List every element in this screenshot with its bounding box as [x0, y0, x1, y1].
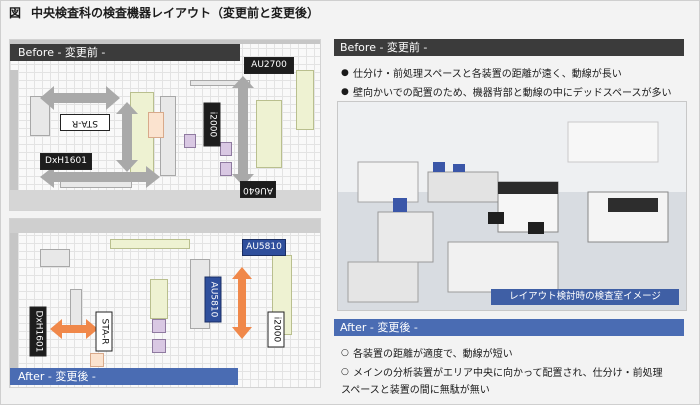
equipment: [152, 319, 166, 333]
lab-rendering-illustration: [338, 102, 686, 310]
before-section-heading: Before - 変更前 -: [334, 39, 684, 56]
au5810-top-tag: AU5810: [242, 239, 286, 256]
bench: [150, 279, 168, 319]
bench: [110, 239, 190, 249]
after-floor-plan: AU5810 DxH1601 STA-R AU5810 i2000 After …: [9, 218, 321, 388]
au640-tag: AU640: [240, 181, 276, 198]
list-item: ○ メインの分析装置がエリア中央に向かって配置され、仕分け・前処理: [341, 362, 691, 381]
wall: [10, 219, 320, 233]
list-item: ● 仕分け・前処理スペースと各装置の距離が遠く、動線が長い: [341, 63, 691, 82]
i2000-tag: i2000: [267, 311, 285, 348]
cabinet: [40, 249, 70, 267]
figure-title-text: 中央検査科の検査機器レイアウト（変更前と変更後）: [31, 6, 320, 20]
wall: [10, 70, 18, 190]
photo-caption: レイアウト検討時の検査室イメージ: [491, 289, 679, 305]
bench: [256, 100, 282, 168]
bullet-text: 仕分け・前処理スペースと各装置の距離が遠く、動線が長い: [353, 69, 622, 80]
dxh1601-tag: DxH1601: [40, 153, 92, 170]
flow-arrow: [116, 102, 138, 172]
flow-arrow: [232, 267, 252, 339]
flow-arrow: [232, 76, 254, 186]
after-bullet-list: ○ 各装置の距離が適度で、動線が短い ○ メインの分析装置がエリア中央に向かって…: [341, 343, 691, 400]
bullet-text: 各装置の距離が適度で、動線が短い: [353, 349, 513, 360]
bullet-marker: ●: [341, 86, 349, 97]
bench: [296, 70, 314, 130]
equipment: [220, 162, 232, 176]
figure-title: 図中央検査科の検査機器レイアウト（変更前と変更後）: [9, 4, 319, 21]
after-plan-label: After - 変更後 -: [10, 368, 238, 385]
i2000-tag: i2000: [203, 102, 221, 147]
equipment: [90, 353, 104, 367]
wall: [10, 233, 18, 383]
equipment: [148, 112, 164, 138]
list-item: ○ 各装置の距離が適度で、動線が短い: [341, 343, 691, 362]
bullet-text: 壁向かいでの配置のため、機器背部と動線の中にデッドスペースが多い: [353, 88, 672, 99]
list-item: ● 壁向かいでの配置のため、機器背部と動線の中にデッドスペースが多い: [341, 82, 691, 101]
sta-r-tag: STA-R: [60, 114, 110, 131]
sta-r-tag: STA-R: [95, 311, 113, 352]
flow-arrow: [50, 319, 98, 339]
before-floor-plan: AU2700 STA-R DxH1601 i2000 AU640 Before …: [9, 39, 321, 211]
equipment: [220, 142, 232, 156]
before-plan-label: Before - 変更前 -: [10, 44, 240, 61]
au5810-mid-tag: AU5810: [204, 276, 222, 323]
bullet-marker: ○: [341, 347, 349, 358]
bullet-text: メインの分析装置がエリア中央に向かって配置され、仕分け・前処理: [353, 368, 663, 379]
after-section-heading: After - 変更後 -: [334, 319, 684, 336]
equipment: [152, 339, 166, 353]
bullet-continuation: スペースと装置の間に無駄が無い: [341, 385, 490, 396]
bullet-marker: ○: [341, 366, 349, 377]
bullet-marker: ●: [341, 67, 349, 78]
dxh1601-tag: DxH1601: [29, 306, 47, 357]
figure-frame: 図中央検査科の検査機器レイアウト（変更前と変更後） AU2700 STA-R D…: [0, 0, 700, 405]
au2700-tag: AU2700: [244, 57, 294, 74]
lab-rendering-image: [337, 101, 687, 311]
before-bullet-list: ● 仕分け・前処理スペースと各装置の距離が遠く、動線が長い ● 壁向かいでの配置…: [341, 63, 691, 101]
equipment: [184, 134, 196, 148]
flow-arrow: [40, 86, 120, 110]
figure-number: 図: [9, 6, 22, 20]
